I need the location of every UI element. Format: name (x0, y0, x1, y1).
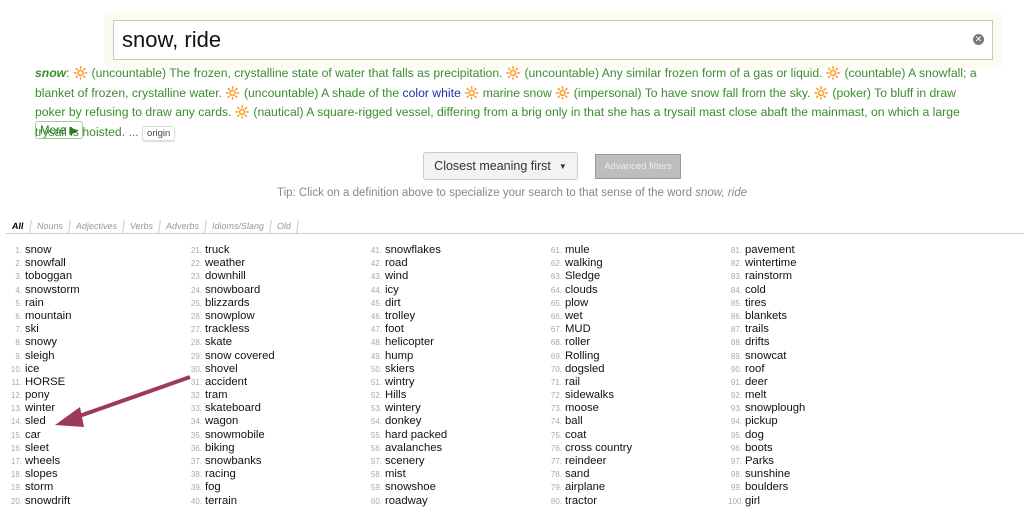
annotation-arrow (55, 375, 191, 427)
